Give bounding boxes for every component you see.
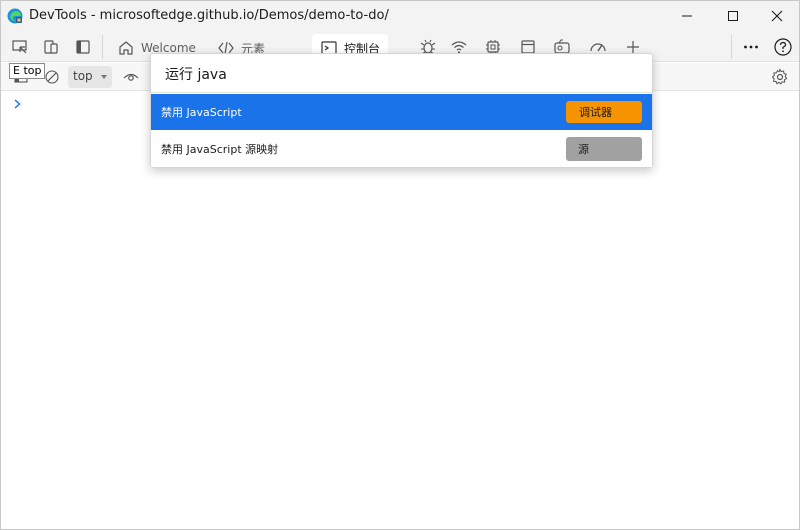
console-settings-button[interactable] — [770, 67, 790, 87]
command-category-badge: 调试器 — [566, 101, 642, 123]
help-icon — [774, 38, 792, 56]
context-selector-value: top — [73, 69, 93, 83]
clear-icon — [45, 70, 59, 84]
inspect-icon — [12, 40, 27, 54]
chevron-down-icon — [101, 75, 107, 79]
device-emulation-button[interactable] — [41, 37, 61, 57]
command-item-disable-source-maps[interactable]: 禁用 JavaScript 源映射 源 — [151, 131, 652, 167]
command-menu-input[interactable]: 运行 java — [151, 54, 652, 93]
more-options-button[interactable] — [741, 37, 761, 57]
sidebar-icon — [76, 40, 90, 54]
devtools-window: DevTools - microsoftedge.github.io/Demos… — [0, 0, 800, 530]
gear-icon — [771, 68, 788, 85]
toolbar-separator — [102, 35, 103, 59]
minimize-icon — [682, 15, 692, 17]
live-expression-button[interactable] — [121, 67, 141, 87]
eye-icon — [123, 73, 139, 81]
toolbar-separator-right — [731, 35, 732, 59]
chevron-right-icon — [14, 99, 21, 109]
device-icon — [44, 40, 58, 54]
inspect-element-button[interactable] — [10, 37, 30, 57]
home-icon — [119, 41, 133, 55]
window-title: DevTools - microsoftedge.github.io/Demos… — [29, 8, 389, 23]
minimize-button[interactable] — [664, 1, 710, 31]
command-item-label: 禁用 JavaScript 源映射 — [161, 143, 279, 156]
dock-side-button[interactable] — [73, 37, 93, 57]
context-tooltip: E top — [9, 63, 46, 79]
command-category-badge: 源 — [566, 137, 642, 161]
command-item-disable-javascript[interactable]: 禁用 JavaScript 调试器 — [151, 94, 652, 130]
maximize-icon — [728, 11, 738, 21]
command-item-label: 禁用 JavaScript — [161, 106, 242, 119]
edge-devtools-icon — [7, 8, 23, 24]
close-icon — [771, 10, 783, 22]
title-bar: DevTools - microsoftedge.github.io/Demos… — [1, 1, 799, 31]
context-selector[interactable]: top — [68, 66, 112, 88]
command-menu: 运行 java 禁用 JavaScript 调试器 禁用 JavaScript … — [150, 53, 653, 168]
close-button[interactable] — [754, 1, 800, 31]
console-prompt[interactable] — [13, 95, 23, 114]
help-button[interactable] — [773, 37, 793, 57]
more-horizontal-icon — [744, 45, 758, 49]
maximize-button[interactable] — [710, 1, 756, 31]
